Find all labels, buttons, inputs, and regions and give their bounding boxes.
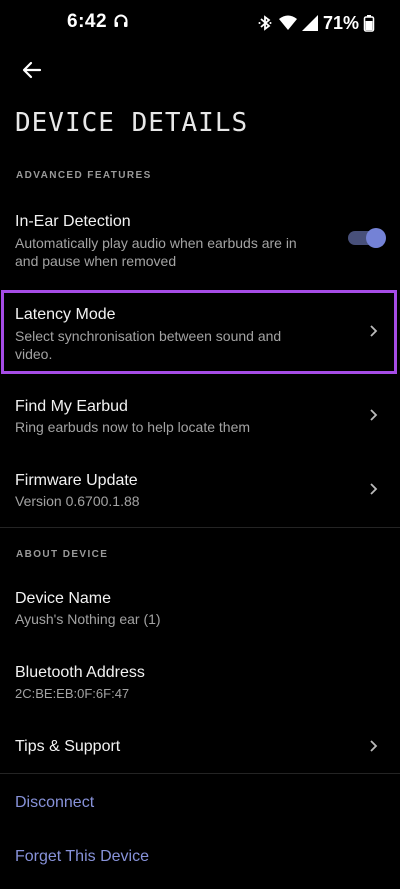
in-ear-detection-toggle[interactable] (348, 228, 386, 248)
chevron-right-icon (370, 409, 378, 421)
bluetooth-address-value: 2C:BE:EB:0F:6F:47 (15, 686, 130, 701)
toggle-knob (366, 228, 386, 248)
device-name-row[interactable]: Device Name Ayush's Nothing ear (1) (0, 582, 400, 634)
forget-device-button[interactable]: Forget This Device (15, 848, 149, 866)
firmware-update-title: Firmware Update (15, 472, 138, 489)
find-my-earbud-row[interactable]: Find My Earbud Ring earbuds now to help … (0, 390, 400, 442)
chevron-right-icon (370, 483, 378, 495)
status-bar: 6:42 71% (0, 0, 400, 48)
divider (0, 527, 400, 528)
in-ear-detection-row[interactable]: In-Ear Detection Automatically play audi… (0, 205, 400, 273)
firmware-update-row[interactable]: Firmware Update Version 0.6700.1.88 (0, 464, 400, 516)
bluetooth-address-title: Bluetooth Address (15, 664, 145, 681)
find-my-earbud-title: Find My Earbud (15, 398, 128, 415)
headphones-icon (114, 14, 128, 27)
status-icons: 71% (258, 11, 375, 35)
tips-support-title: Tips & Support (15, 738, 121, 755)
section-header-about: ABOUT DEVICE (16, 549, 109, 560)
in-ear-detection-subtitle-line2: and pause when removed (15, 253, 177, 269)
section-header-advanced: ADVANCED FEATURES (16, 170, 152, 181)
back-arrow-icon[interactable] (18, 56, 46, 84)
device-name-title: Device Name (15, 590, 112, 607)
in-ear-detection-subtitle-line1: Automatically play audio when earbuds ar… (15, 235, 297, 251)
selection-highlight (1, 290, 397, 374)
page-title: DEVICE DETAILS (15, 108, 249, 138)
tips-support-row[interactable]: Tips & Support (0, 730, 400, 764)
disconnect-button[interactable]: Disconnect (15, 794, 94, 812)
in-ear-detection-title: In-Ear Detection (15, 213, 131, 230)
cell-signal-icon (302, 15, 318, 31)
bluetooth-icon (258, 15, 272, 31)
bluetooth-address-row: Bluetooth Address 2C:BE:EB:0F:6F:47 (0, 656, 400, 708)
battery-icon (363, 15, 375, 32)
wifi-icon (279, 15, 297, 30)
battery-percent: 71% (323, 12, 360, 33)
device-name-value: Ayush's Nothing ear (1) (15, 611, 161, 627)
chevron-right-icon (370, 740, 378, 752)
find-my-earbud-subtitle: Ring earbuds now to help locate them (15, 419, 251, 435)
firmware-version: Version 0.6700.1.88 (15, 493, 140, 509)
divider (0, 773, 400, 774)
status-time: 6:42 (67, 11, 108, 32)
